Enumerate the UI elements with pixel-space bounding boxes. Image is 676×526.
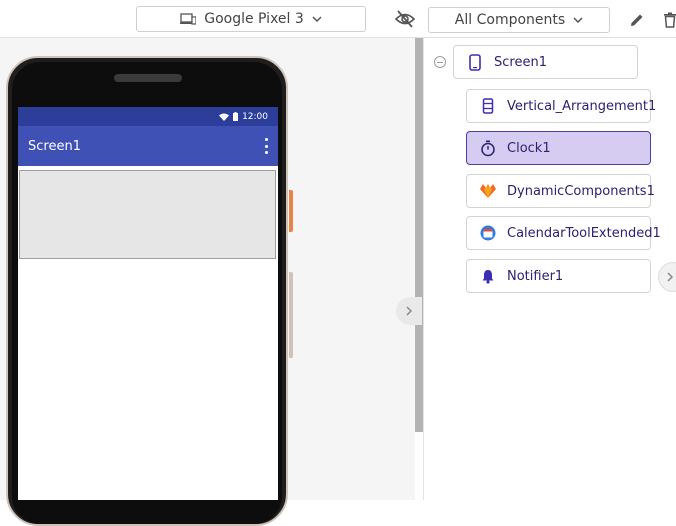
phone-speaker [114,74,182,82]
trash-icon [664,12,676,28]
collapse-tree-toggle[interactable] [434,56,446,68]
phone-volume-button [289,272,293,358]
tree-node-label: Clock1 [507,140,551,156]
chevron-down-icon [312,16,322,22]
expand-panel-button[interactable] [396,297,422,325]
panel-divider[interactable] [415,38,423,432]
status-time: 12:00 [242,111,268,122]
tree-node-label: Notifier1 [507,268,564,284]
app-title-bar: Screen1 [18,126,278,166]
phone-screen[interactable]: 12:00 Screen1 [18,107,278,500]
tree-node-label: Screen1 [494,54,547,70]
eye-off-icon [394,10,416,28]
tree-node-label: CalendarToolExtended1 [507,225,661,241]
screen-title: Screen1 [28,138,81,154]
rename-button[interactable] [627,10,647,30]
overflow-menu-icon[interactable] [264,138,268,154]
tree-node-label: Vertical_Arrangement1 [507,98,657,114]
component-filter-label: All Components [454,12,566,28]
bell-icon [479,267,497,285]
tree-node-notifier1[interactable]: Notifier1 [466,259,651,293]
status-bar: 12:00 [18,107,278,126]
phone-icon [466,53,484,71]
tree-node-dynamiccomponents1[interactable]: DynamicComponents1 [466,174,655,208]
panel-divider-lower [415,432,423,500]
tree-node-label: DynamicComponents1 [507,183,655,199]
hide-components-button[interactable] [394,9,416,29]
tree-node-screen1[interactable]: Screen1 [453,45,638,79]
chevron-right-icon [406,306,412,316]
wifi-icon [219,113,230,121]
tree-node-clock1[interactable]: Clock1 [466,131,651,165]
phone-power-button [289,190,293,232]
panel-border [423,38,424,500]
vertical-arrangement-preview[interactable] [19,170,276,259]
chevron-right-icon [667,272,673,282]
device-selector[interactable]: Google Pixel 3 [136,6,366,32]
chevron-down-icon [573,17,583,23]
dynamic-components-icon [479,182,497,200]
delete-button[interactable] [660,10,676,30]
tree-node-vertical-arrangement1[interactable]: Vertical_Arrangement1 [466,89,656,123]
device-selector-label: Google Pixel 3 [204,11,304,27]
calendar-icon [479,224,497,242]
devices-icon [180,13,197,25]
timer-icon [479,139,497,157]
scroll-right-button[interactable] [658,262,676,292]
battery-icon [233,112,239,121]
component-filter-select[interactable]: All Components [428,7,610,33]
vertical-arrangement-icon [479,97,497,115]
pencil-icon [631,14,643,26]
tree-node-calendartoolextended1[interactable]: CalendarToolExtended1 [466,216,661,250]
